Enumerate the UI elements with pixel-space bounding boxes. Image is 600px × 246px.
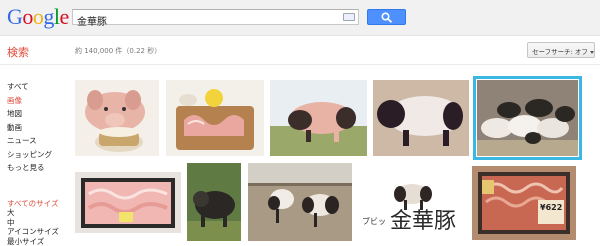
logo-letter: G (7, 4, 23, 29)
logo-letter: e (59, 4, 70, 29)
image-result-black-pig[interactable] (187, 163, 241, 241)
image-result-pig-with-caption[interactable]: ブビッ 金華豚 (360, 170, 466, 234)
magnifier-icon (381, 12, 393, 23)
image-result-pig-on-grass[interactable] (270, 80, 367, 156)
logo-letter: g (43, 4, 54, 29)
safesearch-label: セーフサーチ: オフ (532, 48, 588, 56)
logo-letter: o (32, 4, 44, 29)
size-option-medium[interactable]: 中 (7, 218, 59, 228)
chevron-down-icon (589, 50, 594, 54)
nav-item-more[interactable]: もっと見る (7, 161, 67, 175)
search-button[interactable] (367, 9, 406, 25)
section-title: 検索 (7, 46, 29, 59)
price-label: ¥622 (540, 203, 562, 212)
nav-item-shopping[interactable]: ショッピング (7, 148, 67, 162)
size-option-min[interactable]: 最小サイズ (7, 237, 59, 246)
safesearch-dropdown[interactable]: セーフサーチ: オフ (527, 42, 595, 58)
image-result-pork-dish[interactable] (166, 80, 264, 156)
size-option-icon[interactable]: アイコンサイズ (7, 227, 59, 237)
caption-main: 金華豚 (390, 209, 456, 234)
result-stats: 約 140,000 件（0.22 秒） (75, 47, 162, 55)
nav-item-images[interactable]: 画像 (7, 94, 67, 108)
keyboard-icon[interactable] (343, 13, 355, 21)
image-result-pig-with-bowl[interactable] (75, 80, 159, 156)
image-result-pork-package[interactable]: ¥622 (472, 166, 576, 240)
nav-item-videos[interactable]: 動画 (7, 121, 67, 135)
search-input[interactable] (73, 13, 323, 28)
header-divider (0, 64, 600, 65)
google-logo[interactable]: Google (7, 5, 69, 29)
nav-item-all[interactable]: すべて (7, 80, 67, 94)
top-search-bar: Google (0, 0, 600, 36)
left-nav: すべて 画像 地図 動画 ニュース ショッピング もっと見る (7, 80, 67, 175)
image-result-pig-side-view[interactable] (373, 80, 469, 156)
nav-item-news[interactable]: ニュース (7, 134, 67, 148)
image-result-pigs-in-pen[interactable] (473, 76, 582, 160)
size-filter-list: 大 中 アイコンサイズ 最小サイズ (7, 208, 59, 246)
image-result-packaged-pork[interactable] (75, 172, 181, 233)
logo-letter: o (22, 4, 33, 29)
nav-item-maps[interactable]: 地図 (7, 107, 67, 121)
size-option-large[interactable]: 大 (7, 208, 59, 218)
caption-small: ブビッ (362, 216, 386, 226)
image-result-pigs-in-yard[interactable] (248, 163, 352, 241)
search-box[interactable] (72, 9, 359, 28)
